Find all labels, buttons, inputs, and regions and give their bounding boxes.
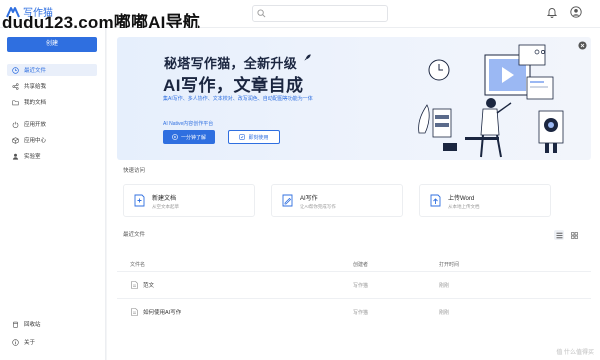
top-bar: 写作猫 dudu123.com嘟嘟AI导航 [0, 0, 600, 32]
trash-icon [13, 321, 18, 328]
main-content: 秘塔写作猫，全新升级 AI写作，文章自成 集AI写作、多人协作、文本校对、改写润… [107, 28, 600, 360]
sidebar-item-label: 关于 [24, 340, 36, 346]
sidebar-item-label: 应用开放 [24, 122, 47, 128]
new-doc-icon [134, 194, 145, 207]
quick-card-upload-word[interactable]: 上传Word 从本地上传文档 [419, 184, 551, 217]
quick-access-title: 快速访问 [123, 168, 146, 174]
sidebar: 创建 最近文件 共享给我 我的文档 应用开放 应用中心 实验室 回收站 关于 [0, 28, 106, 360]
recent-files-title: 最近文件 [123, 232, 146, 238]
power-icon [12, 121, 19, 128]
create-button[interactable]: 创建 [7, 37, 97, 52]
box-icon [12, 136, 19, 144]
sidebar-item-label: 我的文档 [24, 100, 47, 106]
document-icon [131, 308, 138, 316]
sidebar-item-label: 最近文件 [24, 68, 47, 74]
table-cell-creator: 写作猫 [353, 310, 369, 316]
table-cell-time: 刚刚 [439, 310, 450, 316]
sidebar-item-label: 回收站 [24, 322, 41, 328]
table-cell-creator: 写作猫 [353, 283, 369, 289]
site-watermark: 值 什么值得买 [556, 350, 594, 356]
folder-icon [12, 99, 19, 105]
sidebar-item-label: 应用中心 [24, 138, 47, 144]
grid-view-button[interactable] [569, 230, 579, 240]
rocket-icon [304, 54, 311, 61]
table-divider [117, 298, 591, 299]
upload-icon [430, 194, 441, 207]
sidebar-item-recent[interactable]: 最近文件 [7, 64, 97, 76]
document-icon [131, 281, 138, 289]
table-row-file-name[interactable]: 范文 [131, 281, 154, 289]
table-row-file-name[interactable]: 如何使用AI写作 [131, 308, 181, 316]
column-header-name[interactable]: 文件名 [130, 261, 145, 268]
column-header-creator[interactable]: 创建者 [353, 261, 368, 268]
search-input[interactable] [268, 8, 380, 19]
search-box[interactable] [252, 5, 388, 22]
sidebar-item-label: 实验室 [24, 154, 41, 160]
ai-write-icon [282, 194, 293, 207]
sidebar-item-label: 共享给我 [24, 84, 47, 90]
user-icon [12, 153, 19, 160]
banner-subtitle: AI Native内容创作平台 [163, 121, 214, 127]
sidebar-item-app-open[interactable]: 应用开放 [7, 118, 97, 130]
sidebar-item-about[interactable]: 关于 [7, 336, 97, 348]
avatar-icon[interactable] [570, 6, 582, 18]
banner-illustration [418, 44, 564, 158]
play-icon [172, 134, 178, 140]
quick-card-desc: 让AI帮你完成写作 [300, 204, 336, 209]
quick-card-title: 上传Word [448, 196, 475, 202]
table-divider [117, 271, 591, 272]
bell-icon[interactable] [546, 6, 558, 18]
list-view-button[interactable] [554, 230, 564, 240]
sidebar-item-shared[interactable]: 共享给我 [7, 80, 97, 92]
banner-description: 集AI写作、多人协作、文本校对、改写润色、自动配图等功能为一体 [163, 96, 313, 102]
table-cell-time: 刚刚 [439, 283, 450, 289]
share-icon [12, 82, 19, 90]
quick-card-desc: 从本地上传文档 [448, 204, 480, 209]
banner-headline: AI写作，文章自成 [163, 76, 304, 95]
quick-card-desc: 从空文本起草 [152, 204, 179, 209]
sidebar-item-lab[interactable]: 实验室 [7, 150, 97, 162]
column-header-time[interactable]: 打开时间 [439, 261, 459, 268]
sidebar-item-app-center[interactable]: 应用中心 [7, 134, 97, 146]
learn-more-button[interactable]: 一分钟了解 [163, 130, 215, 144]
list-icon [556, 232, 562, 238]
quick-card-ai-write[interactable]: AI写作 让AI帮你完成写作 [271, 184, 403, 217]
search-icon [257, 9, 266, 18]
quick-card-new-doc[interactable]: 新建文档 从空文本起草 [123, 184, 255, 217]
edit-icon [239, 134, 246, 140]
promo-banner: 秘塔写作猫，全新升级 AI写作，文章自成 集AI写作、多人协作、文本校对、改写润… [117, 37, 591, 160]
sidebar-item-trash[interactable]: 回收站 [7, 318, 97, 330]
quick-card-title: 新建文档 [152, 196, 177, 202]
grid-icon [570, 231, 578, 239]
clock-icon [12, 66, 19, 74]
banner-title: 秘塔写作猫，全新升级 [164, 53, 312, 72]
sidebar-item-my-docs[interactable]: 我的文档 [7, 96, 97, 108]
info-icon [12, 338, 19, 346]
quick-card-title: AI写作 [300, 196, 318, 202]
use-now-button[interactable]: 即刻使用 [228, 130, 280, 144]
